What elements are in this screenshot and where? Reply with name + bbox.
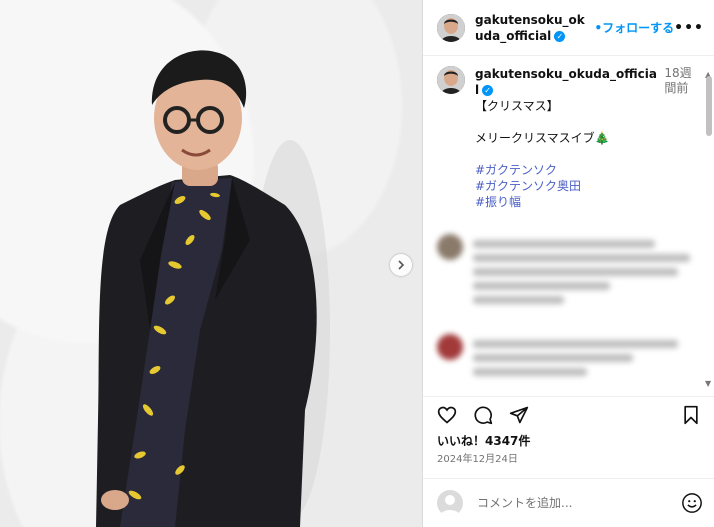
header-username[interactable]: gakutensoku_okuda_official ✓ <box>475 12 590 44</box>
hashtag-link[interactable]: #ガクテンソク奥田 <box>475 178 658 194</box>
bookmark-icon <box>684 405 698 424</box>
next-image-button[interactable] <box>390 254 412 276</box>
caption-username[interactable]: gakutensoku_okuda_official ✓ <box>475 66 658 98</box>
comment-content <box>473 234 701 310</box>
caption-text: gakutensoku_okuda_official ✓ 【クリスマス】 メリーク… <box>475 66 658 210</box>
caption-title: 【クリスマス】 <box>475 99 559 113</box>
action-bar <box>423 396 714 432</box>
caption: gakutensoku_okuda_official ✓ 【クリスマス】 メリーク… <box>423 56 714 210</box>
verified-badge-icon: ✓ <box>554 30 566 42</box>
instagram-post: gakutensoku_okuda_official ✓ •フォローする ••• … <box>0 0 714 527</box>
person-photo <box>96 50 330 527</box>
comment-avatar <box>437 234 463 260</box>
post-header: gakutensoku_okuda_official ✓ •フォローする ••• <box>423 0 714 56</box>
like-button[interactable] <box>435 403 459 427</box>
comment-bubble-icon <box>474 405 493 424</box>
profile-photo <box>437 66 465 94</box>
verified-badge-icon: ✓ <box>482 85 494 96</box>
caption-lines: 【クリスマス】 メリークリスマスイブ🎄 #ガクテンソク #ガクテンソク奥田 #振… <box>475 98 658 210</box>
hashtag-link[interactable]: #ガクテンソク <box>475 162 658 178</box>
more-options-icon[interactable]: ••• <box>674 20 704 36</box>
heart-icon <box>437 406 457 424</box>
comment-item[interactable] <box>423 224 714 320</box>
caption-avatar[interactable] <box>437 66 465 94</box>
comment-input[interactable] <box>475 495 681 511</box>
post-date: 2024年12月24日 <box>437 454 518 465</box>
post-photo[interactable] <box>0 0 422 527</box>
comment-content <box>473 334 701 382</box>
post-side-panel: gakutensoku_okuda_official ✓ •フォローする ••• … <box>422 0 714 527</box>
post-time[interactable]: 18週間前 <box>664 66 701 210</box>
save-button[interactable] <box>679 403 703 427</box>
follow-button[interactable]: •フォローする <box>594 19 674 36</box>
current-user-avatar <box>437 490 463 516</box>
header-username-text: gakutensoku_okuda_official <box>475 12 585 43</box>
scroll-down-icon[interactable]: ▼ <box>705 379 711 388</box>
scroll-thumb[interactable] <box>706 76 712 136</box>
user-silhouette-icon <box>440 495 460 516</box>
caption-message: メリークリスマスイブ🎄 <box>475 131 610 145</box>
follow-label: フォローする <box>602 21 675 35</box>
comments-area: gakutensoku_okuda_official ✓ 【クリスマス】 メリーク… <box>423 56 714 392</box>
caption-username-text: gakutensoku_okuda_official <box>475 67 657 97</box>
profile-photo <box>437 13 465 42</box>
comment-avatar <box>437 334 463 360</box>
chevron-right-icon <box>398 260 405 270</box>
comments-scrollbar[interactable]: ▲ ▼ <box>704 70 714 388</box>
like-count[interactable]: いいね！4347件 <box>437 432 530 449</box>
avatar[interactable] <box>437 13 465 42</box>
add-comment-bar <box>423 478 714 527</box>
hashtag-link[interactable]: #振り幅 <box>475 194 658 210</box>
smiley-icon[interactable] <box>681 492 703 514</box>
comment-button[interactable] <box>471 403 495 427</box>
paper-plane-icon <box>509 406 529 423</box>
separator: • <box>594 21 603 35</box>
comment-item[interactable] <box>423 324 714 392</box>
share-button[interactable] <box>507 403 531 427</box>
